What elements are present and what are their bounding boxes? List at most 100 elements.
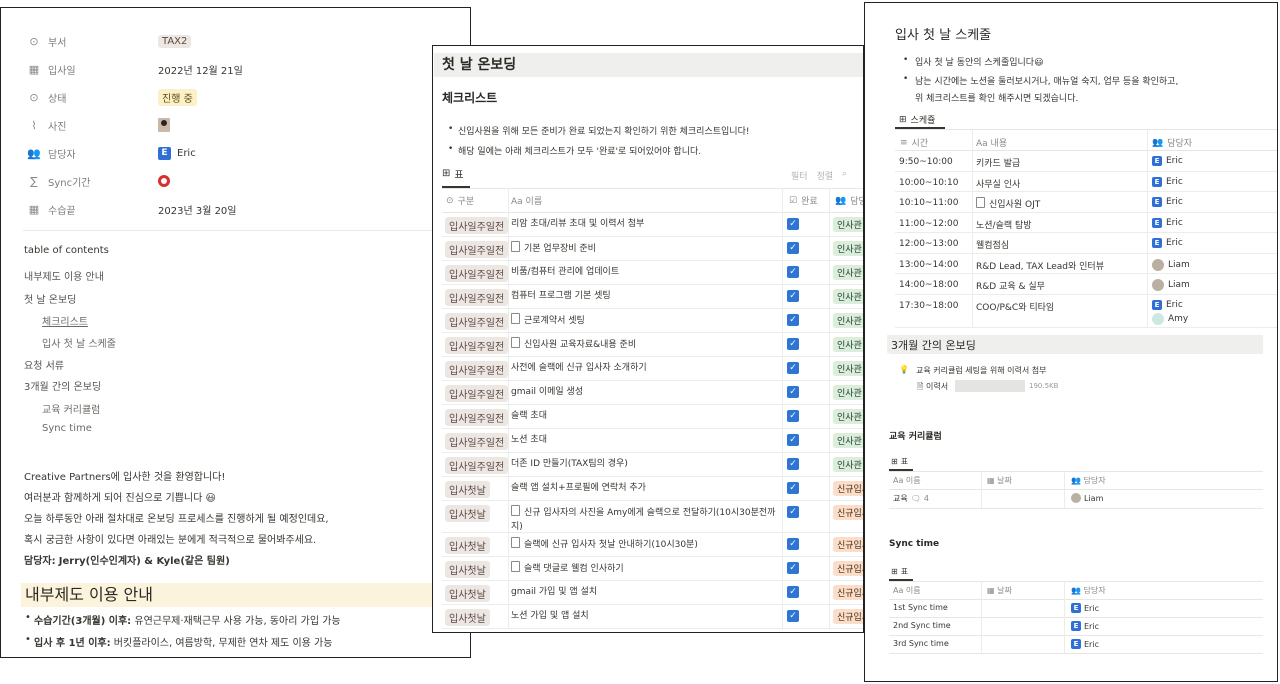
done-checkbox[interactable]: ✓ [787,434,799,446]
done-checkbox[interactable]: ✓ [787,290,799,302]
row-name[interactable]: 신규 입사자의 사진을 Amy에게 슬랙으로 전달하기(10시30분전까지) [511,505,781,534]
column-header-name[interactable]: Aa 이름 [893,585,921,596]
view-tab-table[interactable]: ⊞ 표 [442,166,464,181]
schedule-row[interactable]: 14:00~18:00 R&D 교육 & 실무 Liam [895,274,1277,295]
filter-button[interactable]: 필터 [791,169,808,182]
done-checkbox[interactable]: ✓ [787,610,799,622]
row-name[interactable]: 노션 초대 [511,433,781,447]
table-row[interactable]: 입사일주일전 노션 초대 ✓ 인사관 [442,429,863,453]
content-cell[interactable]: R&D 교육 & 실무 [976,279,1045,292]
row-name[interactable]: 신입사원 교육자료&내용 준비 [511,337,781,352]
column-header-done[interactable]: ☑ 완료 [789,194,818,208]
done-checkbox[interactable]: ✓ [787,586,799,598]
sync-row-name[interactable]: 2nd Sync time [893,621,951,630]
row-name[interactable]: 슬랙 앱 설치+프로필에 연락처 추가 [511,481,781,495]
schedule-row[interactable]: 13:00~14:00 R&D Lead, TAX Lead와 인터뷰 Liam [895,254,1277,274]
toc-item[interactable]: 내부제도 이용 안내 [24,268,104,283]
column-header-time[interactable]: ≡ 시간 [900,136,928,150]
table-row[interactable]: 입사일주일전 슬랙 초대 ✓ 인사관 [442,405,863,429]
content-cell[interactable]: R&D Lead, TAX Lead와 인터뷰 [976,259,1104,272]
row-name[interactable]: 근로계약서 셋팅 [511,313,781,328]
sync-row-name[interactable]: 1st Sync time [893,603,948,612]
done-checkbox[interactable]: ✓ [787,218,799,230]
table-row[interactable]: 입사일주일전 더존 ID 만들기(TAX팀의 경우) ✓ 인사관 [442,453,863,477]
done-checkbox[interactable]: ✓ [787,410,799,422]
table-row[interactable]: 입사일주일전 근로계약서 셋팅 ✓ 인사관 [442,309,863,333]
toc-item[interactable]: 입사 첫 날 스케줄 [42,335,116,350]
column-header-date[interactable]: ▦ 날짜 [987,585,1012,596]
column-header-date[interactable]: ▦ 날짜 [987,475,1012,486]
table-row[interactable]: 입사첫날 gmail 가입 및 앱 설치 ✓ 신규입사 [442,581,863,605]
property-manager[interactable]: 👥 담당자 E Eric [27,143,447,163]
row-name[interactable]: 비품/컴퓨터 관리에 업데이트 [511,265,781,279]
schedule-row[interactable]: 10:10~11:00 신입사원 OJT E Eric [895,192,1277,213]
table-row[interactable]: 입사일주일전 사전에 슬랙에 신규 입사자 소개하기 ✓ 인사관 [442,357,863,381]
done-checkbox[interactable]: ✓ [787,386,799,398]
table-row[interactable]: 입사첫날 신규 입사자의 사진을 Amy에게 슬랙으로 전달하기(10시30분전까… [442,501,863,534]
row-name[interactable]: 리암 초대/리뷰 초대 및 이력서 첨부 [511,217,781,231]
table-row[interactable]: 입사일주일전 신입사원 교육자료&내용 준비 ✓ 인사관 [442,333,863,357]
toc-item[interactable]: 첫 날 온보딩 [24,291,76,306]
row-name[interactable]: 슬랙에 신규 입사자 첫날 안내하기(10시30분) [511,537,781,552]
row-name[interactable]: 기본 업무장비 준비 [511,241,781,256]
row-name[interactable]: gmail 이메일 생성 [511,385,781,399]
toc-item[interactable]: 3개월 간의 온보딩 [24,378,101,393]
sort-button[interactable]: 정렬 [817,169,834,182]
content-cell[interactable]: 사무실 인사 [976,177,1020,190]
search-icon[interactable]: ⌕ [842,169,847,182]
done-checkbox[interactable]: ✓ [787,242,799,254]
property-status[interactable]: ⊙ 상태 진행 중 [27,87,447,107]
content-cell[interactable]: 키카드 발급 [976,156,1020,169]
done-checkbox[interactable]: ✓ [787,538,799,550]
toc-item[interactable]: 교육 커리큘럼 [42,401,100,416]
property-photo[interactable]: ⌇ 사진 [27,115,447,135]
photo-thumbnail[interactable] [158,118,170,132]
view-tab-table[interactable]: ⊞ 표 [891,566,908,577]
row-name[interactable]: 슬랙 초대 [511,409,781,423]
content-cell[interactable]: 웰컴점심 [976,238,1009,251]
column-header-owner[interactable]: 👥 담당자 [1152,136,1192,150]
table-row[interactable]: 입사일주일전 기본 업무장비 준비 ✓ 인사관 [442,237,863,261]
view-tab-table[interactable]: ⊞ 표 [891,456,908,467]
sync-row-name[interactable]: 3rd Sync time [893,639,949,648]
column-header-owner[interactable]: 👥담당 [835,194,863,208]
done-checkbox[interactable]: ✓ [787,506,799,518]
schedule-row[interactable]: 12:00~13:00 웰컴점심 E Eric [895,233,1277,254]
toc-item[interactable]: 요청 서류 [24,357,64,372]
row-name[interactable]: 사전에 슬랙에 신규 입사자 소개하기 [511,361,781,375]
toc-item[interactable]: Sync time [42,423,92,434]
done-checkbox[interactable]: ✓ [787,482,799,494]
row-name[interactable]: gmail 가입 및 앱 설치 [511,585,781,599]
property-department[interactable]: ⊙ 부서 TAX2 [27,31,447,51]
schedule-row[interactable]: 17:30~18:00 COO/P&C와 티타임 E Eric Amy [895,295,1277,328]
done-checkbox[interactable]: ✓ [787,314,799,326]
toc-item[interactable]: 체크리스트 [42,313,88,328]
content-cell[interactable]: COO/P&C와 티타임 [976,300,1054,313]
column-header-name[interactable]: Aa 이름 [893,475,921,486]
property-probation-end[interactable]: ▦ 수습끝 2023년 3월 20일 [27,199,447,219]
schedule-row[interactable]: 9:50~10:00 키카드 발급 E Eric [895,151,1277,172]
table-row[interactable]: 입사일주일전 리암 초대/리뷰 초대 및 이력서 첨부 ✓ 인사관 [442,213,863,237]
table-row[interactable]: 입사첫날 슬랙에 신규 입사자 첫날 안내하기(10시30분) ✓ 신규입사 [442,533,863,557]
column-header-name[interactable]: Aa 이름 [511,194,542,207]
done-checkbox[interactable]: ✓ [787,458,799,470]
curriculum-row-name[interactable]: 교육 🗨 4 [893,493,929,504]
content-cell[interactable]: 신입사원 OJT [976,197,1040,210]
column-header-content[interactable]: Aa 내용 [976,136,1007,149]
property-sync-period[interactable]: ∑ Sync기간 [27,171,447,191]
done-checkbox[interactable]: ✓ [787,338,799,350]
done-checkbox[interactable]: ✓ [787,362,799,374]
file-attachment[interactable]: 🗎 이력서 [917,381,948,395]
table-row[interactable]: 입사일주일전 컴퓨터 프로그램 기본 셋팅 ✓ 인사관 [442,285,863,309]
row-name[interactable]: 노션 가입 및 앱 설치 [511,609,781,623]
property-join-date[interactable]: ▦ 입사일 2022년 12월 21일 [27,59,447,79]
table-row[interactable]: 입사첫날 슬랙 댓글로 웰컴 인사하기 ✓ 신규입사 [442,557,863,581]
column-header-group[interactable]: ⊙ 구분 [446,194,474,208]
table-row[interactable]: 입사첫날 노션 가입 및 앱 설치 ✓ 신규입사 [442,605,863,629]
schedule-row[interactable]: 10:00~10:10 사무실 인사 E Eric [895,172,1277,192]
column-header-owner[interactable]: 👥 담당자 [1071,475,1106,486]
done-checkbox[interactable]: ✓ [787,562,799,574]
table-row[interactable]: 입사첫날 슬랙 앱 설치+프로필에 연락처 추가 ✓ 신규입사 [442,477,863,501]
view-tab-schedule[interactable]: ⊞ 스케쥴 [899,113,935,127]
row-name[interactable]: 슬랙 댓글로 웰컴 인사하기 [511,561,781,576]
